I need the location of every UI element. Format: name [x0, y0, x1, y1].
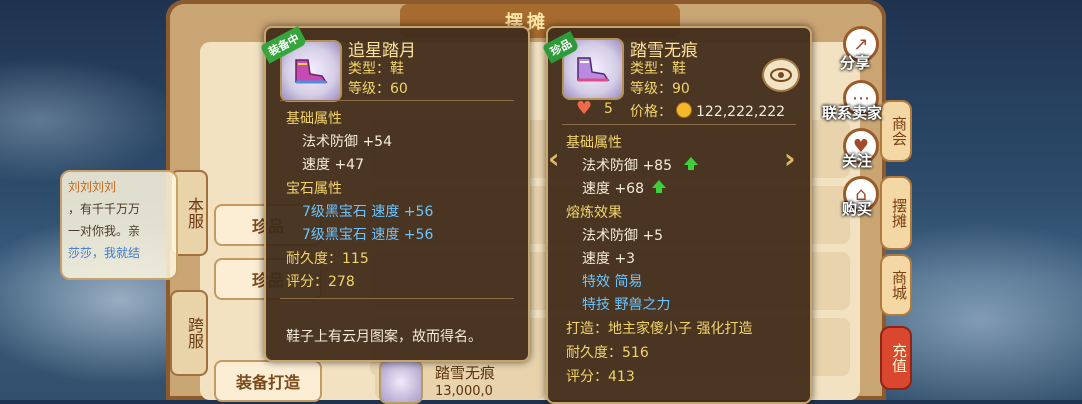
item-level: 等级：90 — [630, 81, 690, 97]
durability: 耐久度：115 — [286, 251, 369, 267]
share-label: 分享 — [840, 54, 871, 72]
buy-label: 购买 — [842, 200, 873, 218]
price-row: 价格： 122,222,222 — [630, 101, 785, 121]
prev-item-arrow-icon[interactable]: ‹ — [548, 142, 560, 175]
refine-attribute: 速度 +3 — [582, 251, 636, 267]
preview-eye-icon[interactable] — [762, 58, 800, 92]
crafted-by: 打造：地主家傻小子 强化打造 — [566, 321, 753, 337]
tab-stall[interactable]: 摆摊 — [880, 176, 912, 250]
boots-item-icon — [379, 360, 423, 404]
item-description: 鞋子上有云月图案，故而得名。 — [286, 329, 482, 345]
durability: 耐久度：516 — [566, 345, 649, 361]
chat-line: 莎莎，我就结 — [68, 246, 141, 260]
item-level: 等级：60 — [348, 81, 408, 97]
item-type: 类型：鞋 — [348, 61, 404, 77]
contact-seller-label: 联系卖家 — [822, 104, 883, 122]
base-attributes-title: 基础属性 — [566, 135, 622, 151]
likes-count: 5 — [604, 101, 613, 117]
gem-attributes-title: 宝石属性 — [286, 181, 342, 197]
special-effect: 特效 简易 — [582, 274, 643, 290]
divider — [280, 100, 514, 101]
divider — [562, 124, 796, 125]
chat-sender-name: 刘刘刘刘 — [68, 180, 117, 194]
refine-title: 熔炼效果 — [566, 205, 622, 221]
follow-label: 关注 — [842, 152, 873, 170]
next-item-arrow-icon[interactable]: › — [784, 142, 796, 175]
base-attribute: 速度 +47 — [302, 157, 364, 173]
heart-icon[interactable]: ♥ — [576, 98, 592, 119]
gem-attribute: 7级黑宝石 速度 +56 — [302, 227, 434, 243]
base-attribute: 法术防御 +54 — [302, 134, 392, 150]
tab-cross-server[interactable]: 跨服 — [170, 290, 208, 376]
refine-attribute: 法术防御 +5 — [582, 228, 664, 244]
listed-item-card: 珍品 踏雪无痕 类型：鞋 等级：90 ♥ 5 价格： 122,222,222 基础… — [542, 26, 812, 404]
tab-mall[interactable]: 商城 — [880, 254, 912, 316]
equipped-item-card: 装备中 追星踏月 类型：鞋 等级：60 基础属性 法术防御 +54 速度 +47… — [260, 25, 530, 362]
score: 评分：413 — [566, 369, 635, 385]
base-attribute: 速度 +68 — [582, 181, 644, 197]
base-attribute: 法术防御 +85 — [582, 158, 672, 174]
price-value: 122,222,222 — [696, 104, 786, 120]
special-skill: 特技 野兽之力 — [582, 297, 671, 313]
chat-line: ，有千千万万 — [68, 202, 141, 216]
bottom-item-name: 踏雪无痕 — [435, 364, 496, 382]
chat-panel[interactable]: 刘刘刘刘 ，有千千万万 一对你我。亲 莎莎，我就结 — [60, 170, 178, 280]
score: 评分：278 — [286, 274, 355, 290]
boots-icon — [577, 57, 610, 82]
price-label: 价格： — [630, 104, 672, 120]
item-type: 类型：鞋 — [630, 61, 686, 77]
category-button-crafting[interactable]: 装备打造 — [214, 360, 322, 402]
stat-up-arrow-icon — [684, 157, 698, 170]
list-item-bottom[interactable]: 踏雪无痕 13,000,0 — [375, 358, 545, 404]
stat-up-arrow-icon — [652, 180, 666, 193]
bottom-item-price: 13,000,0 — [435, 384, 493, 399]
tab-recharge[interactable]: 充值 — [880, 326, 912, 390]
gold-coin-icon — [676, 102, 692, 118]
boots-icon — [295, 59, 328, 84]
chat-line: 一对你我。亲 — [68, 224, 141, 238]
tab-merchant-guild[interactable]: 商会 — [880, 100, 912, 162]
gem-attribute: 7级黑宝石 速度 +56 — [302, 204, 434, 220]
divider — [280, 298, 514, 299]
base-attributes-title: 基础属性 — [286, 111, 342, 127]
